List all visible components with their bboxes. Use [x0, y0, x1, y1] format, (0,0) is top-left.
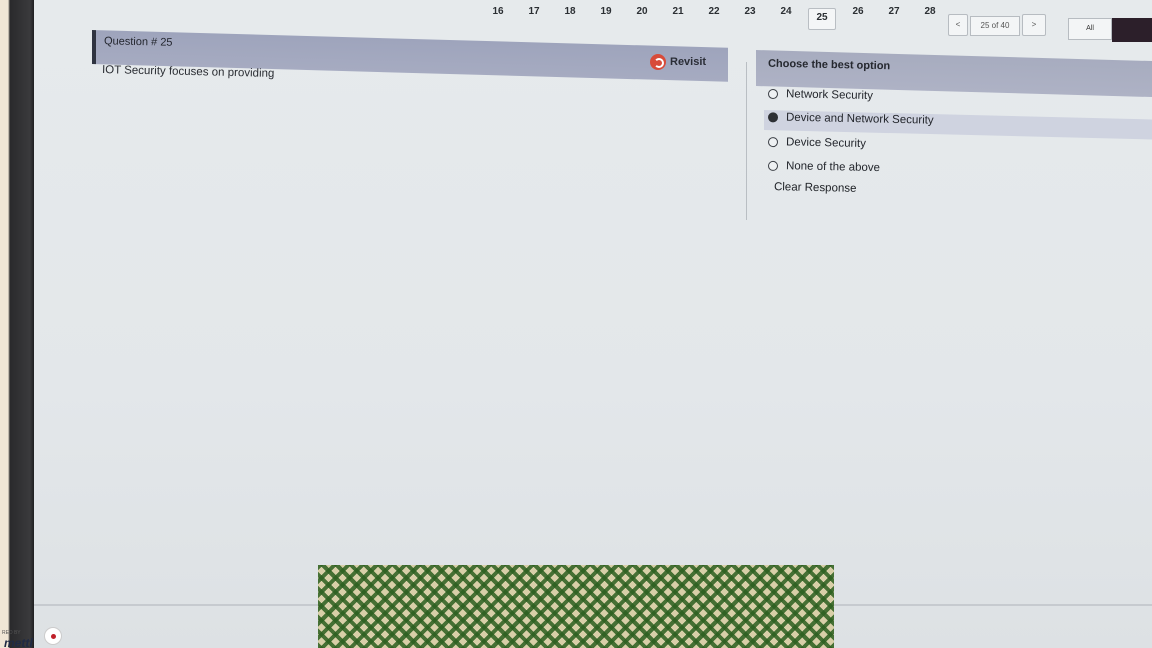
page-number-28[interactable]: 28	[916, 6, 944, 17]
page-number-17[interactable]: 17	[520, 6, 548, 17]
radio-button[interactable]	[767, 136, 779, 148]
option-device-and-network-security[interactable]: Device and Network Security	[767, 108, 934, 129]
page-of-indicator: 25 of 40	[970, 16, 1020, 36]
page-number-20[interactable]: 20	[628, 6, 656, 17]
revisit-label: Revisit	[670, 56, 707, 68]
panel-divider	[746, 62, 747, 220]
page-number-27[interactable]: 27	[880, 6, 908, 17]
option-device-security[interactable]: Device Security	[767, 133, 867, 153]
page-number-16[interactable]: 16	[484, 6, 512, 17]
radio-button[interactable]	[767, 160, 779, 172]
monitor-bezel	[0, 0, 34, 648]
page-number-22[interactable]: 22	[700, 6, 728, 17]
header-dark-block	[1112, 18, 1152, 42]
page-number-18[interactable]: 18	[556, 6, 584, 17]
revisit-button[interactable]: Revisit	[644, 51, 712, 73]
tape-covering	[318, 565, 834, 648]
radio-button-checked[interactable]	[767, 112, 779, 123]
page-number-23[interactable]: 23	[736, 6, 764, 17]
page-number-19[interactable]: 19	[592, 6, 620, 17]
page-number-25-current[interactable]: 25	[808, 8, 836, 30]
clear-response-button[interactable]: Clear Response	[774, 181, 857, 195]
page-number-26[interactable]: 26	[844, 6, 872, 17]
revisit-icon	[650, 54, 666, 70]
prev-page-button[interactable]: <	[948, 14, 968, 36]
brand-logo-text: mettl	[4, 636, 33, 648]
option-label: Device Security	[785, 136, 867, 151]
option-label: Network Security	[785, 88, 874, 103]
option-label: Device and Network Security	[785, 111, 934, 127]
options-title: Choose the best option	[767, 57, 891, 73]
record-icon	[44, 627, 62, 645]
radio-button[interactable]	[767, 88, 779, 100]
option-label: None of the above	[785, 160, 881, 175]
option-network-security[interactable]: Network Security	[767, 85, 874, 105]
question-pager: 16 17 18 19 20 21 22 23 24 25 26 27 28 <…	[34, 0, 1152, 42]
page-number-21[interactable]: 21	[664, 6, 692, 17]
next-page-button[interactable]: >	[1022, 14, 1046, 36]
exam-screen: 16 17 18 19 20 21 22 23 24 25 26 27 28 <…	[34, 0, 1152, 648]
option-none-of-the-above[interactable]: None of the above	[767, 157, 881, 177]
question-number-title: Question # 25	[103, 35, 173, 49]
all-questions-button[interactable]: All	[1068, 18, 1112, 40]
page-number-24[interactable]: 24	[772, 6, 800, 17]
question-text: IOT Security focuses on providing	[101, 64, 275, 80]
